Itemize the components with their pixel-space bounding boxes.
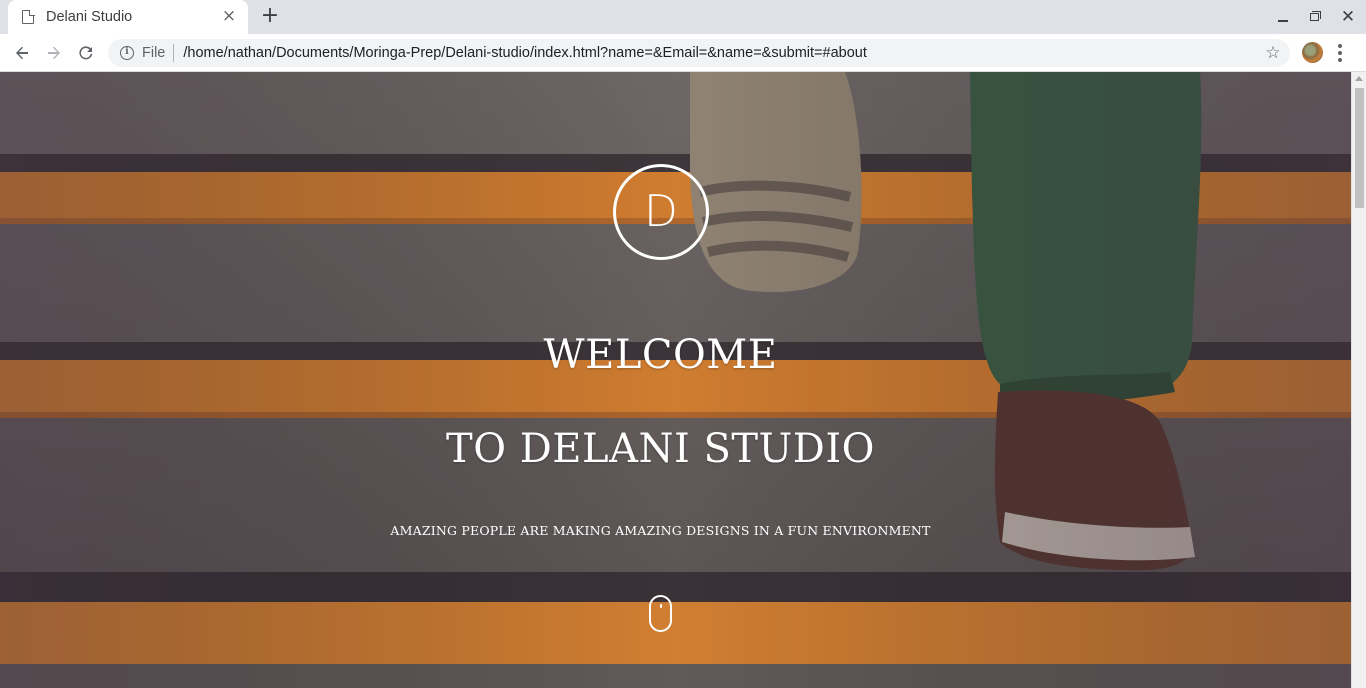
- new-tab-button[interactable]: +: [258, 5, 282, 29]
- hero-heading-studio: TO DELANI STUDIO: [446, 426, 875, 472]
- restore-button[interactable]: [1304, 6, 1326, 28]
- forward-button[interactable]: [40, 39, 68, 67]
- page-scrollbar[interactable]: [1351, 72, 1366, 688]
- hero-tagline: AMAZING PEOPLE ARE MAKING AMAZING DESIGN…: [390, 523, 931, 538]
- scheme-label: File: [142, 45, 166, 61]
- reload-icon: [79, 46, 93, 60]
- logo: D: [613, 164, 709, 260]
- tab-delani-studio[interactable]: Delani Studio ×: [8, 0, 248, 34]
- hero-heading-welcome: WELCOME: [543, 332, 778, 378]
- scroll-thumb[interactable]: [1355, 88, 1364, 208]
- logo-letter: D: [644, 186, 678, 237]
- page-icon: [22, 9, 35, 24]
- hero-section: D WELCOME TO DELANI STUDIO AMAZING PEOPL…: [0, 72, 1351, 688]
- arrow-right-icon: [48, 46, 60, 60]
- info-icon[interactable]: i: [120, 46, 134, 60]
- tab-strip: Delani Studio × + ✕: [0, 0, 1366, 34]
- arrow-left-icon: [16, 46, 28, 60]
- mouse-wheel: [660, 604, 662, 608]
- restore-icon-front: [1310, 13, 1319, 21]
- hero-overlay: [0, 72, 1351, 688]
- minimize-icon: [1278, 20, 1288, 22]
- tab-close-icon[interactable]: ×: [220, 8, 238, 26]
- minimize-button[interactable]: [1272, 6, 1294, 28]
- divider: [173, 44, 175, 62]
- kebab-menu-icon[interactable]: [1338, 44, 1342, 62]
- scroll-up-arrow-icon[interactable]: [1355, 76, 1363, 81]
- browser-toolbar: i File /home/nathan/Documents/Moringa-Pr…: [0, 34, 1366, 72]
- avatar[interactable]: [1302, 42, 1323, 63]
- tab-title: Delani Studio: [46, 9, 133, 25]
- close-window-button[interactable]: ✕: [1337, 6, 1359, 28]
- back-button[interactable]: [8, 39, 36, 67]
- url-text[interactable]: /home/nathan/Documents/Moringa-Prep/Dela…: [183, 45, 1264, 61]
- star-icon[interactable]: ☆: [1264, 44, 1282, 62]
- reload-button[interactable]: [72, 39, 100, 67]
- address-bar[interactable]: i File /home/nathan/Documents/Moringa-Pr…: [108, 39, 1290, 67]
- page-viewport: D WELCOME TO DELANI STUDIO AMAZING PEOPL…: [0, 72, 1366, 688]
- mouse-icon[interactable]: [649, 595, 672, 632]
